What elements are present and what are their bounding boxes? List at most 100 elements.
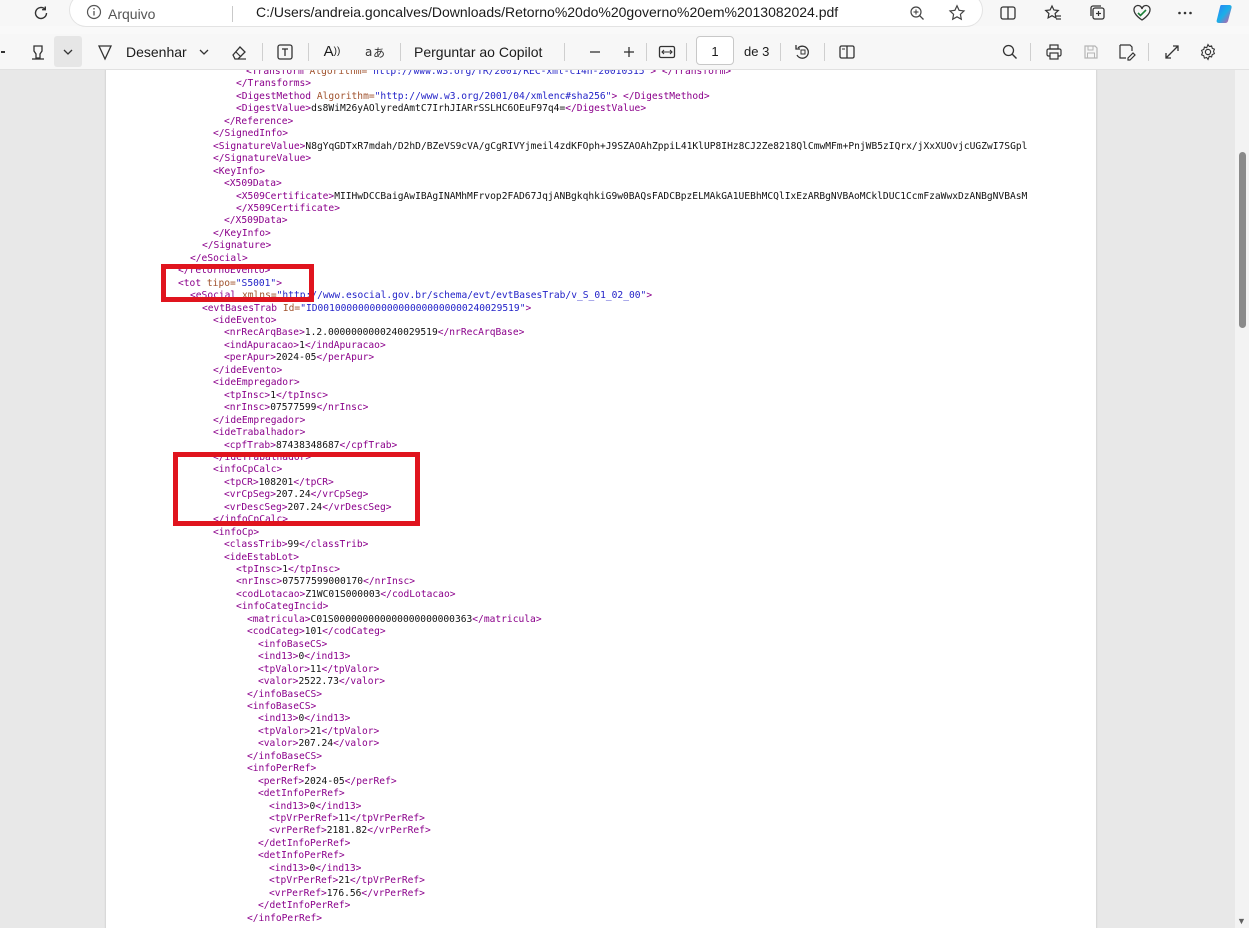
- zoom-out-icon[interactable]: [586, 38, 604, 65]
- xml-line: <infoBaseCS>: [258, 639, 327, 651]
- print-icon[interactable]: [1043, 38, 1065, 65]
- xml-token: </matricula>: [472, 613, 542, 625]
- xml-token: </Signature>: [202, 240, 272, 252]
- highlight-box-tot: [161, 264, 314, 302]
- read-aloud-icon[interactable]: A)): [320, 38, 344, 65]
- scrollbar-thumb[interactable]: [1239, 152, 1246, 328]
- xml-token: 11: [338, 813, 350, 824]
- eraser-icon[interactable]: [228, 38, 250, 65]
- ask-copilot-button[interactable]: Perguntar ao Copilot: [414, 38, 542, 65]
- settings-icon[interactable]: [1197, 38, 1219, 65]
- save-icon[interactable]: [1080, 38, 1102, 65]
- divider: [308, 43, 309, 61]
- xml-token: </X509Certificate>: [236, 202, 340, 214]
- xml-token: 99: [287, 539, 300, 551]
- vertical-scrollbar[interactable]: ▼: [1235, 70, 1249, 928]
- xml-token: <nrInsc>: [224, 402, 271, 414]
- xml-token: <nrRecArqBase>: [224, 327, 305, 339]
- xml-token: <cpfTrab>: [224, 439, 276, 451]
- favorites-icon[interactable]: [1036, 0, 1070, 26]
- page-number-input[interactable]: 1: [696, 36, 734, 65]
- divider: [1030, 43, 1031, 61]
- xml-line: </detInfoPerRef>: [258, 838, 350, 850]
- site-info-button[interactable]: Arquivo: [86, 4, 155, 23]
- xml-token: </tpVrPerRef>: [349, 875, 425, 887]
- xml-line: </ideEmpregador>: [213, 415, 305, 427]
- xml-token: 176.56: [326, 887, 362, 899]
- zoom-in-icon[interactable]: [620, 38, 638, 65]
- chevron-down-icon[interactable]: [54, 36, 82, 67]
- xml-token: 2024-05: [304, 775, 345, 787]
- toolbar-overflow[interactable]: [0, 38, 6, 65]
- highlight-box-infocpcalc: [173, 452, 420, 526]
- xml-token: MIIHwDCCBaigAwIBAgINAMhMFrvop2FAD67JqjAN…: [334, 190, 1028, 202]
- xml-line: <perRef>2024-05</perRef>: [258, 776, 397, 788]
- xml-token: N8gYqGDTxR7mdah/D2hD/BZeVS9cVA/gCgRIVYjm…: [305, 140, 1028, 152]
- collections-icon[interactable]: [1081, 0, 1115, 26]
- url-text[interactable]: C:/Users/andreia.goncalves/Downloads/Ret…: [256, 4, 838, 20]
- xml-token: <perRef>: [258, 775, 305, 787]
- divider: [686, 43, 687, 61]
- xml-line: <tpValor>21</tpValor>: [258, 726, 379, 738]
- xml-line: <infoCategIncid>: [236, 601, 328, 613]
- page-view-icon[interactable]: [836, 38, 858, 65]
- chevron-down-icon[interactable]: [197, 38, 211, 65]
- xml-token: "http://www.w3.org/TR/2001/REC-xml-c14n-…: [367, 70, 651, 77]
- copilot-icon[interactable]: [1209, 0, 1243, 26]
- xml-line: <matricula>C01S000000000000000000000363<…: [247, 614, 542, 626]
- xml-line: <DigestMethod Algorithm="http://www.w3.o…: [236, 91, 710, 103]
- scroll-down-arrow-icon[interactable]: ▼: [1237, 916, 1246, 926]
- xml-token: "http://www.w3.org/2001/04/xmlenc#sha256…: [374, 90, 612, 102]
- xml-token: </cpfTrab>: [339, 439, 398, 451]
- xml-token: <infoPerRef>: [247, 763, 317, 775]
- xml-token: </nrInsc>: [363, 576, 416, 588]
- draw-button[interactable]: Desenhar: [126, 38, 187, 65]
- xml-line: <evtBasesTrab Id="ID00100000000000000000…: [202, 303, 531, 315]
- search-icon[interactable]: [999, 38, 1021, 65]
- xml-line: <ideTrabalhador>: [213, 427, 305, 439]
- xml-token: 2522.73: [298, 676, 339, 688]
- svg-text:a: a: [365, 45, 372, 59]
- draw-icon[interactable]: [96, 38, 114, 65]
- rotate-icon[interactable]: [792, 38, 814, 65]
- xml-token: Algorithm=: [309, 70, 368, 77]
- favorite-star-icon[interactable]: [940, 0, 974, 26]
- url-box[interactable]: Arquivo C:/Users/andreia.goncalves/Downl…: [70, 0, 982, 26]
- xml-line: </detInfoPerRef>: [258, 900, 350, 912]
- xml-line: </KeyInfo>: [213, 228, 271, 240]
- xml-token: <ind13>: [269, 800, 310, 812]
- xml-token: <evtBasesTrab: [202, 302, 283, 314]
- divider: [400, 43, 401, 61]
- xml-line: <DigestValue>ds8WiM26yAOlyredAmtC7IrhJIA…: [236, 103, 646, 115]
- xml-line: <ind13>0</ind13>: [258, 651, 350, 663]
- refresh-icon[interactable]: [24, 0, 58, 26]
- xml-line: <KeyInfo>: [213, 166, 265, 178]
- browser-essentials-icon[interactable]: [1125, 0, 1159, 26]
- xml-token: <nrInsc>: [236, 576, 283, 588]
- xml-token: </ideEmpregador>: [213, 414, 306, 426]
- xml-line: <X509Certificate>MIIHwDCCBaigAwIBAgINAMh…: [236, 191, 1027, 203]
- split-screen-icon[interactable]: [991, 0, 1025, 26]
- xml-line: </X509Certificate>: [236, 203, 340, 215]
- xml-token: C01S000000000000000000000363: [310, 613, 473, 625]
- xml-token: <infoBaseCS>: [258, 638, 328, 650]
- browser-address-bar: Arquivo C:/Users/andreia.goncalves/Downl…: [0, 0, 1249, 26]
- xml-token: > </DigestMethod>: [611, 90, 710, 102]
- xml-token: </nrRecArqBase>: [437, 327, 525, 339]
- more-icon[interactable]: [1168, 0, 1202, 26]
- xml-token: 87438348687: [275, 439, 340, 451]
- translate-icon[interactable]: aあ: [362, 38, 386, 65]
- text-icon[interactable]: [274, 38, 296, 65]
- xml-token: <tpInsc>: [236, 564, 283, 575]
- fit-page-icon[interactable]: [656, 38, 678, 65]
- pdf-viewer[interactable]: <Transform Algorithm="http://www.w3.org/…: [0, 70, 1249, 928]
- xml-token: 2024-05: [275, 352, 317, 364]
- save-as-icon[interactable]: [1116, 38, 1138, 65]
- fullscreen-icon[interactable]: [1161, 38, 1183, 65]
- zoom-icon[interactable]: [900, 0, 934, 26]
- xml-line: </ideEvento>: [213, 365, 282, 377]
- xml-line: <nrRecArqBase>1.2.0000000000240029519</n…: [224, 327, 524, 339]
- divider: [780, 43, 781, 61]
- highlight-icon[interactable]: [24, 38, 52, 65]
- info-icon: [86, 4, 102, 23]
